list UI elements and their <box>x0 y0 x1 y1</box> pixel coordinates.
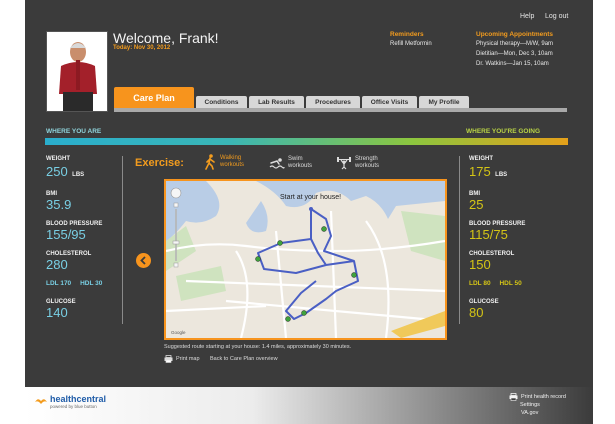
goal-hdl-value: HDL 50 <box>499 280 522 287</box>
exercise-title: Exercise: <box>135 157 184 169</box>
route-map[interactable]: Google Start at your house! <box>164 179 447 340</box>
print-map-label: Print map <box>176 356 200 362</box>
bp-value: 155/95 <box>46 227 86 242</box>
swim-line1: Swim <box>288 156 303 162</box>
goal-cholesterol-value: 150 <box>469 257 491 272</box>
weight-value: 250 <box>46 164 68 179</box>
logo-bird-icon <box>35 398 47 404</box>
user-photo <box>47 32 107 111</box>
swimming-icon <box>269 158 285 169</box>
app-window: Help Log out Welcome, Frank! Today: Nov … <box>25 0 593 424</box>
help-link[interactable]: Help <box>520 13 534 20</box>
walking-line2: workouts <box>220 162 245 168</box>
walking-workouts-option[interactable]: Walking workouts <box>204 154 244 170</box>
print-health-record-label: Print health record <box>521 394 566 400</box>
healthcentral-logo[interactable]: healthcentral powered by blue button <box>35 394 106 409</box>
goal-weight-unit: LBS <box>495 172 508 178</box>
footer <box>25 387 593 424</box>
goal-weight-label: WEIGHT <box>469 156 493 162</box>
welcome-heading: Welcome, Frank! <box>113 30 219 46</box>
logo-text: healthcentral <box>50 394 107 404</box>
reminders-title: Reminders <box>390 31 424 38</box>
previous-arrow-button[interactable] <box>136 253 151 268</box>
print-map-link[interactable]: Print map <box>164 355 200 363</box>
weight-unit: LBS <box>72 172 85 178</box>
printer-icon <box>164 355 173 363</box>
back-to-care-plan-link[interactable]: Back to Care Plan overview <box>210 356 278 362</box>
goal-bp-value: 115/75 <box>469 227 508 242</box>
swim-line2: workouts <box>288 163 313 169</box>
logo-subtitle: powered by blue button <box>50 404 97 409</box>
logout-link[interactable]: Log out <box>545 13 568 20</box>
progress-gradient-bar <box>45 138 568 145</box>
glucose-value: 140 <box>46 305 68 320</box>
left-divider <box>122 156 123 324</box>
print-health-record-link[interactable]: Print health record <box>509 393 566 401</box>
strength-workouts-option[interactable]: Strength workouts <box>336 156 379 170</box>
ldl-value: LDL 170 <box>46 280 72 287</box>
map-start-label: Start at your house! <box>280 194 342 201</box>
where-youre-going-label: WHERE YOU'RE GOING <box>466 128 541 135</box>
goal-weight-value: 175 <box>469 164 491 179</box>
avatar <box>46 31 108 112</box>
vagov-link[interactable]: VA.gov <box>521 410 538 416</box>
strength-line1: Strength <box>355 156 378 162</box>
goal-vitals: WEIGHT 175 LBS BMI 25 BLOOD PRESSURE 115… <box>469 156 525 320</box>
goal-glucose-value: 80 <box>469 305 484 320</box>
strength-line2: workouts <box>355 163 380 169</box>
map-canvas[interactable]: Google <box>166 181 445 338</box>
goal-ldl-value: LDL 80 <box>469 280 491 287</box>
right-divider <box>459 156 460 324</box>
swim-workouts-option[interactable]: Swim workouts <box>269 156 312 170</box>
today-date: Today: Nov 30, 2012 <box>113 45 171 51</box>
tab-care-plan[interactable]: Care Plan <box>114 87 194 109</box>
weightlifting-icon <box>337 157 351 170</box>
walking-icon <box>205 154 215 170</box>
reminder-item[interactable]: Refill Metformin <box>390 39 432 50</box>
route-caption: Suggested route starting at your house: … <box>164 344 352 350</box>
where-you-are-label: WHERE YOU ARE <box>46 128 102 135</box>
tab-underline <box>114 108 567 112</box>
printer-icon <box>509 393 518 401</box>
cholesterol-value: 280 <box>46 257 68 272</box>
appointment-item[interactable]: Dr. Watkins—Jan 15, 10am <box>476 59 549 70</box>
svg-text:Google: Google <box>171 330 186 335</box>
current-vitals: WEIGHT 250 LBS BMI 35.9 BLOOD PRESSURE 1… <box>46 156 102 320</box>
walking-line1: Walking <box>220 155 242 161</box>
weight-label: WEIGHT <box>46 156 70 162</box>
chevron-left-icon <box>140 256 146 265</box>
appointments-title: Upcoming Appointments <box>476 31 554 38</box>
hdl-value: HDL 30 <box>80 280 103 287</box>
bmi-value: 35.9 <box>46 197 72 212</box>
goal-bmi-value: 25 <box>469 197 484 212</box>
settings-link[interactable]: Settings <box>520 402 540 408</box>
